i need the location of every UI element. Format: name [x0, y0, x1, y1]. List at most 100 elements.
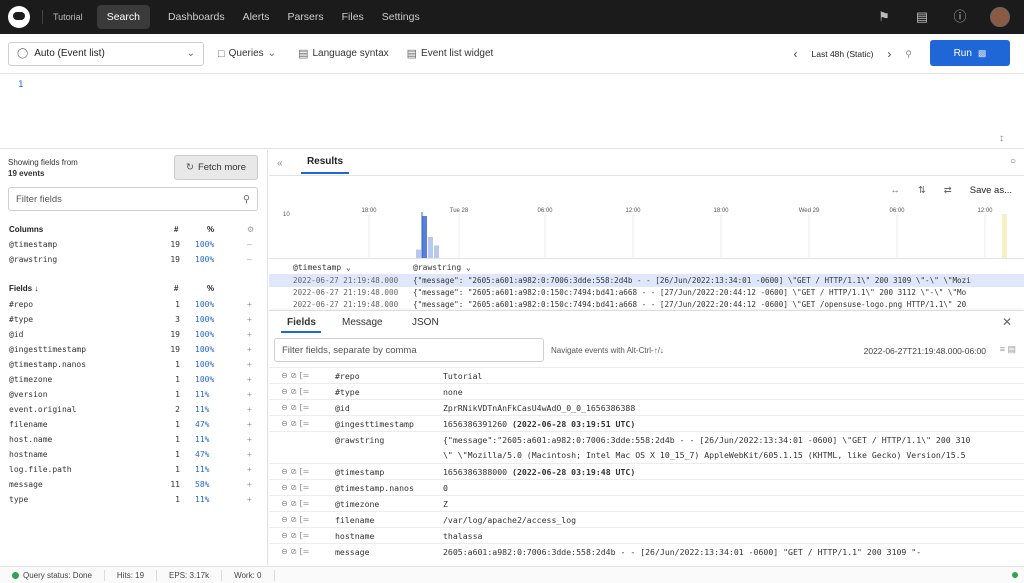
field-actions-icons[interactable]: ⊖ ⊘ [= [281, 384, 309, 399]
remove-column-icon[interactable]: — [247, 255, 252, 264]
run-button[interactable]: Run ▩ [930, 40, 1010, 66]
field-row[interactable]: @id 19 100% + [9, 330, 261, 345]
time-range-label[interactable]: Last 48h (Static) [812, 49, 874, 59]
detail-value-text: /var/log/apache2/access_log [443, 515, 577, 525]
field-row[interactable]: event.original 2 11% + [9, 405, 261, 420]
add-column-icon[interactable]: + [247, 375, 252, 384]
histogram-bar[interactable] [422, 216, 427, 258]
megaphone-icon[interactable]: ⚑ [876, 9, 892, 25]
chevron-right-icon[interactable]: › [887, 47, 891, 61]
field-row[interactable]: @timestamp.nanos 1 100% + [9, 360, 261, 375]
lightbulb-icon[interactable]: ○ [1010, 156, 1016, 167]
field-count: 19 [170, 345, 180, 354]
chevron-left-icon[interactable]: ‹ [794, 47, 798, 61]
tab-message[interactable]: Message [342, 317, 383, 328]
add-column-icon[interactable]: + [247, 495, 252, 504]
field-row[interactable]: type 1 11% + [9, 495, 261, 510]
language-syntax-button[interactable]: ▤ Language syntax [298, 47, 389, 60]
nav-alerts[interactable]: Alerts [243, 11, 270, 23]
zoom-icon[interactable]: ⚲ [905, 49, 912, 60]
collapse-panel-icon[interactable]: « [277, 158, 283, 169]
field-row[interactable]: hostname 1 47% + [9, 450, 261, 465]
field-row[interactable]: log.file.path 1 11% + [9, 465, 261, 480]
field-row[interactable]: #type 3 100% + [9, 315, 261, 330]
query-editor[interactable]: 1 ↕ [0, 75, 1024, 149]
column-row[interactable]: @timestamp 19 100% — [9, 240, 261, 255]
avatar[interactable] [990, 7, 1010, 27]
add-column-icon[interactable]: + [247, 360, 252, 369]
add-column-icon[interactable]: + [247, 450, 252, 459]
resize-handle-icon[interactable]: ↕ [999, 133, 1004, 144]
add-column-icon[interactable]: + [247, 315, 252, 324]
field-row[interactable]: #repo 1 100% + [9, 300, 261, 315]
nav-parsers[interactable]: Parsers [287, 11, 323, 23]
sort-icon[interactable]: ⇅ [918, 185, 926, 196]
nav-search[interactable]: Search [96, 5, 150, 29]
settings-icon[interactable]: ⚙ [247, 225, 254, 234]
event-list-widget-button[interactable]: ▤ Event list widget [407, 47, 494, 60]
detail-view-icons[interactable]: ≡ ▤ [1000, 344, 1016, 355]
field-row[interactable]: host.name 1 11% + [9, 435, 261, 450]
field-count: 19 [170, 330, 180, 339]
field-actions-icons[interactable]: ⊖ ⊘ [= [281, 512, 309, 527]
histogram-bar[interactable] [434, 245, 439, 258]
field-row[interactable]: @version 1 11% + [9, 390, 261, 405]
tab-fields[interactable]: Fields [287, 317, 316, 328]
filter-fields-input[interactable]: Filter fields ⚲ [8, 187, 258, 211]
add-column-icon[interactable]: + [247, 480, 252, 489]
field-actions-icons[interactable]: ⊖ ⊘ [= [281, 368, 309, 383]
remove-column-icon[interactable]: — [247, 240, 252, 249]
detail-field-value: 0 [443, 480, 448, 495]
field-row[interactable]: @timezone 1 100% + [9, 375, 261, 390]
detail-filter-input[interactable]: Filter fields, separate by comma [274, 338, 544, 362]
histogram-bar[interactable] [428, 237, 433, 258]
field-actions-icons[interactable]: ⊖ ⊘ [= [281, 544, 309, 559]
repo-name[interactable]: Tutorial [42, 10, 83, 24]
tab-results[interactable]: Results [301, 150, 349, 174]
histogram-bar[interactable] [416, 249, 421, 258]
column-width-icon[interactable]: ↔ [890, 185, 900, 196]
fetch-more-button[interactable]: ↻ Fetch more [174, 155, 258, 180]
fields-header[interactable]: Fields ↓ # % [9, 284, 214, 293]
close-icon[interactable]: ✕ [1002, 315, 1012, 329]
columns-header: Columns # % ⚙ [9, 225, 254, 234]
field-row[interactable]: message 11 58% + [9, 480, 261, 495]
add-column-icon[interactable]: + [247, 435, 252, 444]
field-actions-icons[interactable]: ⊖ ⊘ [= [281, 464, 309, 479]
column-row[interactable]: @rawstring 19 100% — [9, 255, 261, 270]
add-column-icon[interactable]: + [247, 420, 252, 429]
add-column-icon[interactable]: + [247, 300, 252, 309]
help-icon[interactable]: ⓘ [952, 9, 968, 25]
field-name: #type [9, 315, 34, 324]
save-as-button[interactable]: Save as... [970, 185, 1012, 196]
add-column-icon[interactable]: + [247, 330, 252, 339]
event-histogram[interactable]: 18:00 Tue 28 06:00 12:00 18:00 Wed 29 06:00 12:… [283, 204, 1018, 258]
col-timestamp-header[interactable]: @timestamp ⌄ [293, 263, 351, 272]
widget-mode-select[interactable]: ◯ Auto (Event list) ⌄ [8, 41, 204, 66]
nav-settings[interactable]: Settings [382, 11, 420, 23]
nav-files[interactable]: Files [342, 11, 364, 23]
add-column-icon[interactable]: + [247, 345, 252, 354]
field-row[interactable]: filename 1 47% + [9, 420, 261, 435]
tab-json[interactable]: JSON [412, 317, 439, 328]
field-actions-icons[interactable]: ⊖ ⊘ [= [281, 400, 309, 415]
add-column-icon[interactable]: + [247, 405, 252, 414]
field-actions-icons[interactable]: ⊖ ⊘ [= [281, 480, 309, 495]
col-rawstring-header[interactable]: @rawstring ⌄ [413, 263, 471, 272]
expand-icon[interactable]: ⇄ [944, 185, 952, 196]
field-actions-icons[interactable]: ⊖ ⊘ [= [281, 496, 309, 511]
histogram-tick-label: 06:00 [889, 208, 905, 214]
detail-field-row: ⊖ ⊘ [= #repo Tutorial [269, 367, 1024, 383]
add-column-icon[interactable]: + [247, 465, 252, 474]
nav-dashboards[interactable]: Dashboards [168, 11, 225, 23]
field-pct: 47% [195, 450, 210, 459]
field-row[interactable]: @ingesttimestamp 19 100% + [9, 345, 261, 360]
search-icon: ⚲ [243, 193, 250, 205]
add-column-icon[interactable]: + [247, 390, 252, 399]
field-actions-icons[interactable]: ⊖ ⊘ [= [281, 528, 309, 543]
feedback-icon[interactable]: ▤ [914, 9, 930, 25]
filter-fields-placeholder: Filter fields [16, 193, 62, 205]
app-logo-icon[interactable] [8, 6, 30, 28]
queries-button[interactable]: □ Queries ⌄ [218, 48, 276, 60]
field-actions-icons[interactable]: ⊖ ⊘ [= [281, 416, 309, 431]
